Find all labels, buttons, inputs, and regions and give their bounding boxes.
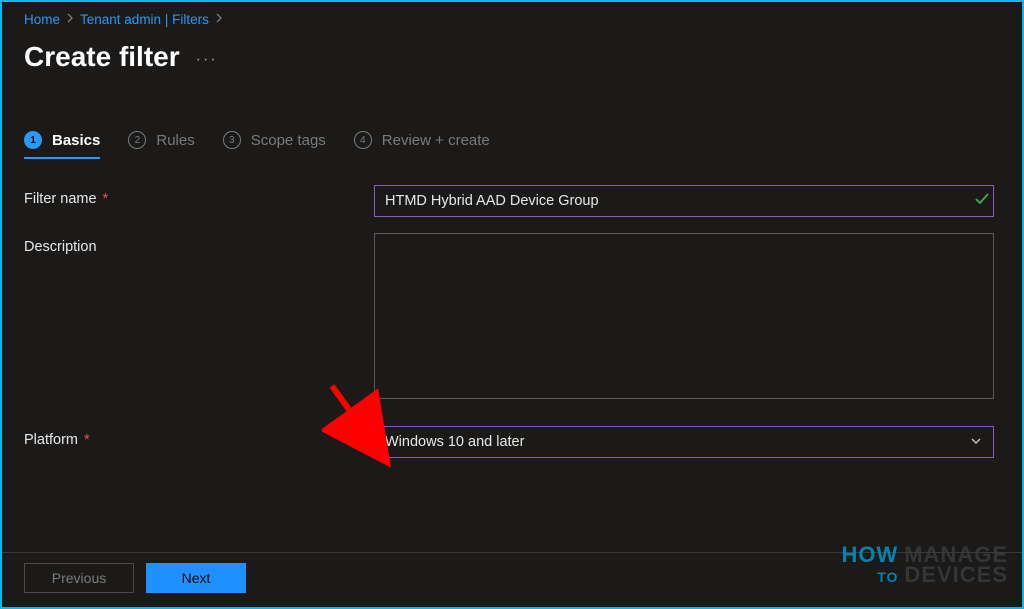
tab-basics[interactable]: 1 Basics (24, 131, 100, 159)
wizard-footer: Previous Next (2, 552, 1022, 607)
tab-label: Basics (52, 132, 100, 149)
breadcrumb-home-link[interactable]: Home (24, 12, 60, 27)
chevron-right-icon (66, 13, 74, 26)
step-number: 2 (128, 131, 146, 149)
description-label: Description (24, 233, 374, 255)
platform-label: Platform * (24, 426, 374, 448)
step-number: 4 (354, 131, 372, 149)
step-number: 3 (223, 131, 241, 149)
platform-select[interactable]: Windows 10 and later (374, 426, 994, 458)
tab-review-create[interactable]: 4 Review + create (354, 131, 490, 159)
filter-name-input[interactable] (374, 185, 994, 217)
breadcrumb: Home Tenant admin | Filters (24, 10, 1000, 27)
more-menu-icon[interactable]: ··· (196, 45, 218, 69)
tab-label: Rules (156, 132, 194, 149)
previous-button[interactable]: Previous (24, 563, 134, 593)
tab-rules[interactable]: 2 Rules (128, 131, 194, 159)
next-button[interactable]: Next (146, 563, 246, 593)
page-title: Create filter (24, 41, 180, 73)
tab-label: Review + create (382, 132, 490, 149)
breadcrumb-tenant-link[interactable]: Tenant admin | Filters (80, 12, 209, 27)
step-number: 1 (24, 131, 42, 149)
platform-selected-value: Windows 10 and later (385, 434, 524, 450)
wizard-tabs: 1 Basics 2 Rules 3 Scope tags 4 Review +… (24, 131, 1000, 159)
chevron-down-icon (969, 434, 983, 452)
chevron-right-icon (215, 13, 223, 26)
tab-scope-tags[interactable]: 3 Scope tags (223, 131, 326, 159)
filter-name-label: Filter name * (24, 185, 374, 207)
checkmark-icon (974, 191, 990, 210)
tab-label: Scope tags (251, 132, 326, 149)
description-textarea[interactable] (374, 233, 994, 399)
